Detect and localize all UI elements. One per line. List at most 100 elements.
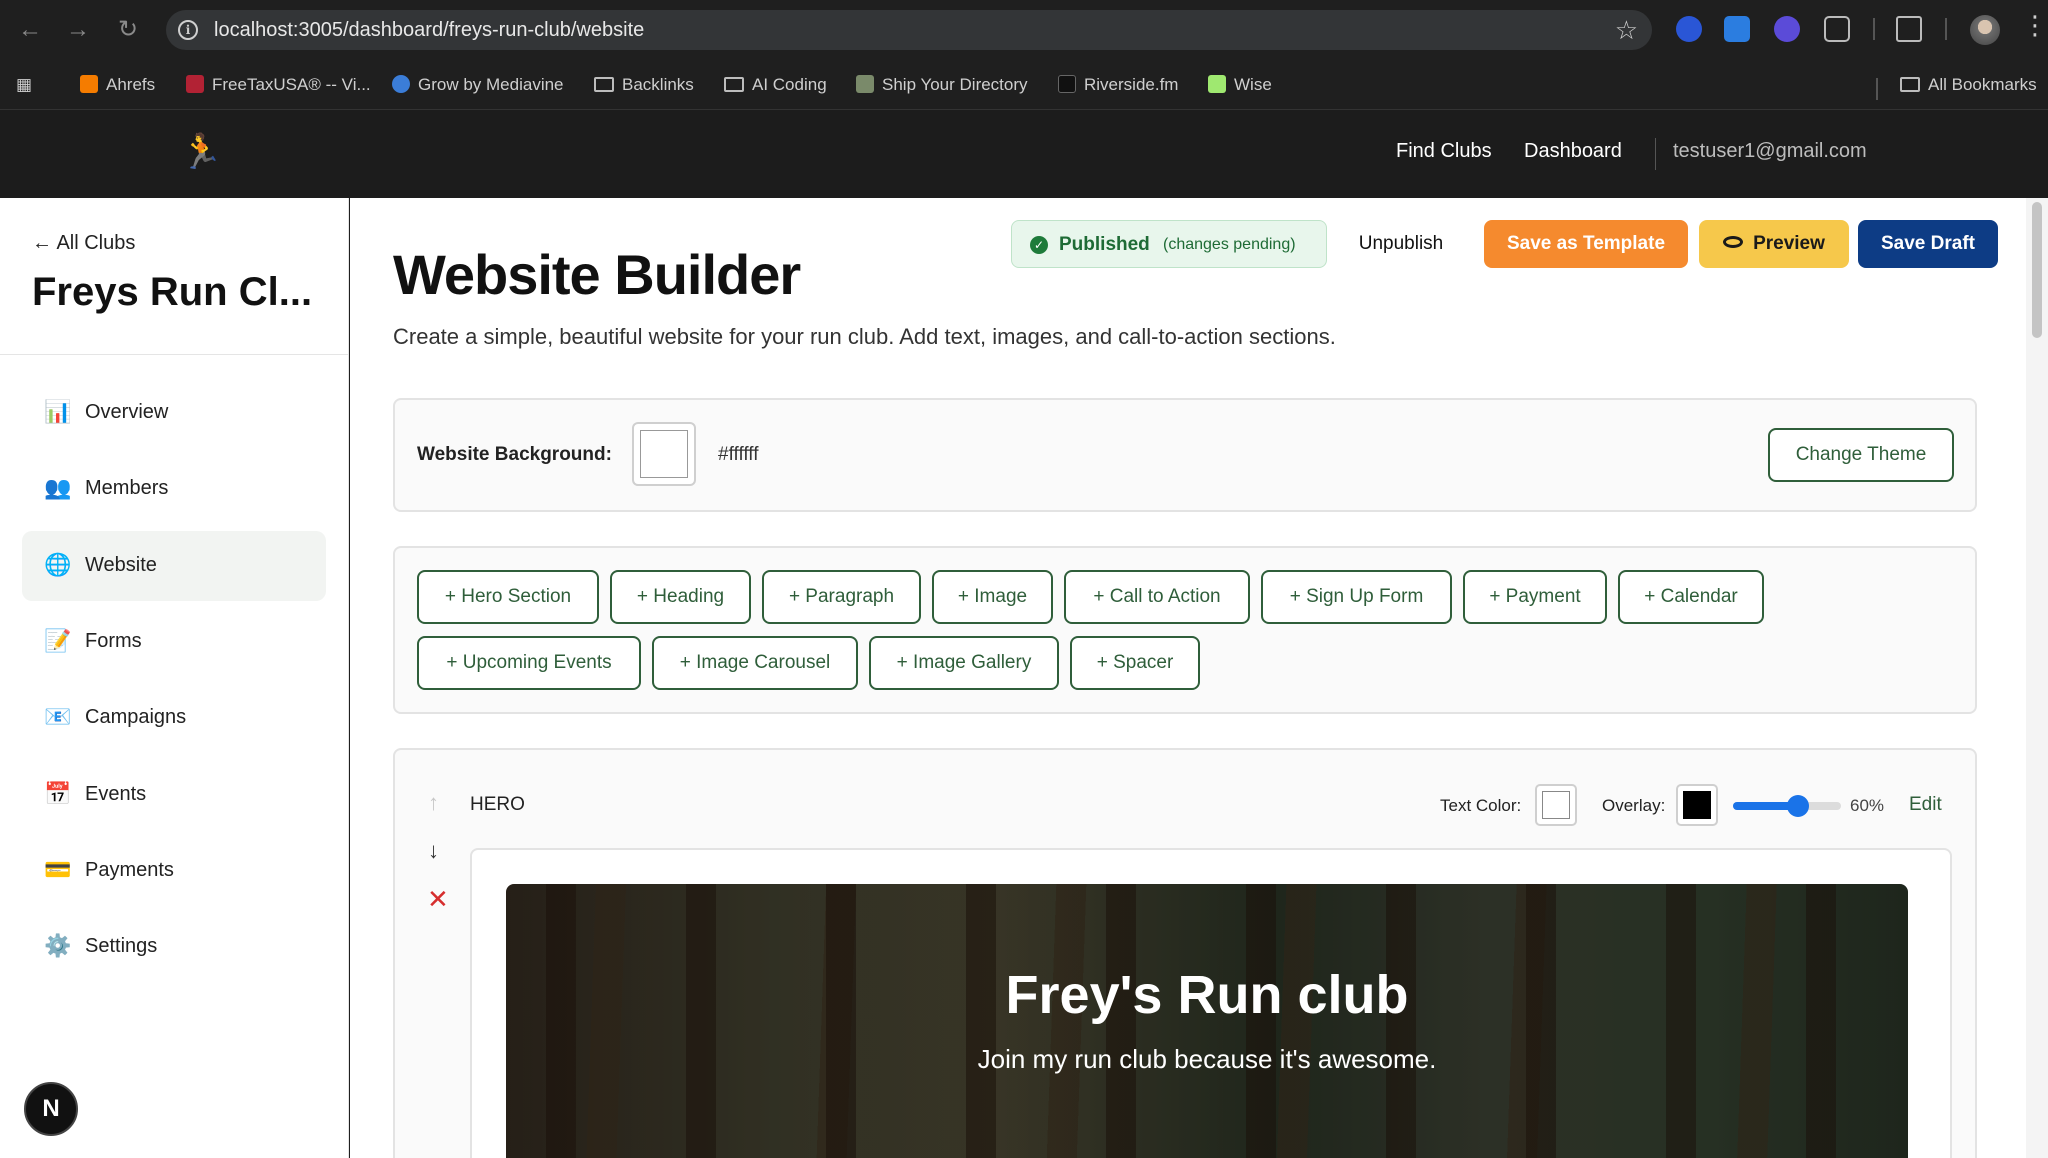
add-image-button[interactable]: + Image [932, 570, 1053, 624]
wise-icon [1208, 75, 1226, 93]
forward-arrow-icon[interactable]: → [62, 14, 94, 46]
sidebar-item-overview[interactable]: 📊 Overview [22, 378, 326, 448]
toolbar-divider [1945, 18, 1947, 40]
add-sign-up-form-button[interactable]: + Sign Up Form [1261, 570, 1452, 624]
sidebar-item-events[interactable]: 📅 Events [22, 760, 326, 830]
text-color-swatch [1542, 791, 1570, 819]
overlay-percent: 60% [1850, 796, 1885, 815]
background-color-picker[interactable] [632, 422, 696, 486]
add-upcoming-events-button[interactable]: + Upcoming Events [417, 636, 641, 690]
bookmark-wise[interactable]: Wise [1208, 70, 1272, 100]
move-up-arrow-icon[interactable]: ↑ [428, 790, 439, 816]
add-call-to-action-button[interactable]: + Call to Action [1064, 570, 1250, 624]
sidebar-item-label: Overview [85, 401, 169, 423]
sidebar-item-forms[interactable]: 📝 Forms [22, 607, 326, 677]
background-color-swatch [640, 430, 688, 478]
address-bar[interactable]: i localhost:3005/dashboard/freys-run-clu… [166, 10, 1652, 50]
delete-block-icon[interactable]: ✕ [427, 884, 449, 915]
add-payment-button[interactable]: + Payment [1463, 570, 1607, 624]
more-menu-icon[interactable]: ⋮ [2022, 10, 2048, 41]
preview-button[interactable]: Preview [1699, 220, 1849, 268]
unpublish-button[interactable]: Unpublish [1346, 220, 1456, 268]
sidebar-item-payments[interactable]: 💳 Payments [22, 836, 326, 906]
overlay-color-swatch [1683, 791, 1711, 819]
bookmark-riverside[interactable]: Riverside.fm [1058, 70, 1178, 100]
sidebar: ← All Clubs Freys Run Cl... 📊 Overview 👥… [0, 198, 349, 1158]
sidebar-item-label: Settings [85, 935, 158, 957]
tab-search-icon[interactable] [1896, 16, 1922, 42]
bookmark-star-icon[interactable]: ☆ [1615, 15, 1638, 46]
sidebar-divider [0, 354, 349, 355]
text-color-picker[interactable] [1535, 784, 1577, 826]
bookmarks-divider [1876, 78, 1878, 100]
site-info-icon[interactable]: i [178, 20, 198, 40]
riverside-icon [1058, 75, 1076, 93]
folder-icon [594, 77, 614, 92]
sidebar-item-settings[interactable]: ⚙️ Settings [22, 912, 326, 982]
mediavine-icon [392, 75, 410, 93]
bookmark-ahrefs[interactable]: Ahrefs [80, 70, 155, 100]
chart-icon: 📊 [44, 399, 72, 424]
block-type-label: HERO [470, 794, 525, 815]
browser-toolbar: ← → ↻ i localhost:3005/dashboard/freys-r… [0, 0, 2048, 60]
sidebar-item-label: Website [85, 554, 157, 576]
runner-logo-icon[interactable]: 🏃 [180, 132, 222, 172]
add-image-carousel-button[interactable]: + Image Carousel [652, 636, 858, 690]
scrollbar-thumb[interactable] [2032, 202, 2042, 338]
nav-dashboard[interactable]: Dashboard [1524, 140, 1622, 163]
extension-icon[interactable] [1774, 16, 1800, 42]
bookmark-backlinks[interactable]: Backlinks [594, 70, 694, 100]
header-divider [1655, 138, 1656, 170]
reload-icon[interactable]: ↻ [112, 14, 144, 46]
bookmarks-bar: ▦ Ahrefs FreeTaxUSA® -- Vi... Grow by Me… [0, 60, 2048, 110]
save-draft-button[interactable]: Save Draft [1858, 220, 1998, 268]
calendar-icon: 📅 [44, 781, 72, 806]
nav-find-clubs[interactable]: Find Clubs [1396, 140, 1492, 163]
add-heading-button[interactable]: + Heading [610, 570, 751, 624]
sidebar-item-label: Members [85, 477, 169, 499]
add-spacer-button[interactable]: + Spacer [1070, 636, 1200, 690]
all-bookmarks[interactable]: All Bookmarks [1900, 70, 2037, 100]
extension-icon[interactable] [1724, 16, 1750, 42]
back-arrow-icon[interactable]: ← [14, 14, 46, 46]
flag-icon [186, 75, 204, 93]
edit-hero-link[interactable]: Edit [1909, 794, 1942, 816]
status-subtext: (changes pending) [1163, 236, 1296, 253]
overlay-color-picker[interactable] [1676, 784, 1718, 826]
add-calendar-button[interactable]: + Calendar [1618, 570, 1764, 624]
page-title: Website Builder [393, 243, 801, 306]
sidebar-item-members[interactable]: 👥 Members [22, 454, 326, 524]
preview-label: Preview [1753, 233, 1825, 254]
ahrefs-icon [80, 75, 98, 93]
bookmark-freetaxusa[interactable]: FreeTaxUSA® -- Vi... [186, 70, 371, 100]
bookmark-ship-your-directory[interactable]: Ship Your Directory [856, 70, 1028, 100]
gear-icon: ⚙️ [44, 933, 72, 958]
puzzle-extensions-icon[interactable] [1824, 16, 1850, 42]
extension-icon[interactable] [1676, 16, 1702, 42]
sidebar-item-website[interactable]: 🌐 Website [22, 531, 326, 601]
save-as-template-button[interactable]: Save as Template [1484, 220, 1688, 268]
background-label: Website Background: [417, 444, 612, 465]
page-description: Create a simple, beautiful website for y… [393, 324, 1336, 349]
all-clubs-link[interactable]: ← All Clubs [32, 232, 135, 255]
change-theme-button[interactable]: Change Theme [1768, 428, 1954, 482]
apps-grid-icon[interactable]: ▦ [16, 70, 32, 100]
sidebar-item-campaigns[interactable]: 📧 Campaigns [22, 683, 326, 753]
globe-icon: 🌐 [44, 552, 72, 577]
page-scrollbar[interactable] [2026, 198, 2048, 1158]
add-block-panel: + Hero Section + Heading + Paragraph + I… [393, 546, 1977, 714]
overlay-slider-handle[interactable] [1786, 795, 1809, 817]
sidebar-item-label: Events [85, 783, 147, 805]
add-image-gallery-button[interactable]: + Image Gallery [869, 636, 1059, 690]
url-text[interactable]: localhost:3005/dashboard/freys-run-club/… [214, 19, 644, 42]
move-down-arrow-icon[interactable]: ↓ [428, 838, 439, 864]
hero-background-image: Frey's Run club Join my run club because… [506, 884, 1908, 1158]
user-email[interactable]: testuser1@gmail.com [1673, 140, 1867, 163]
profile-avatar[interactable] [1970, 15, 2000, 45]
check-circle-icon: ✓ [1030, 236, 1048, 254]
add-paragraph-button[interactable]: + Paragraph [762, 570, 921, 624]
add-hero-section-button[interactable]: + Hero Section [417, 570, 599, 624]
bookmark-ai-coding[interactable]: AI Coding [724, 70, 827, 100]
bookmark-mediavine[interactable]: Grow by Mediavine [392, 70, 564, 100]
nextjs-dev-badge[interactable]: N [24, 1082, 78, 1136]
